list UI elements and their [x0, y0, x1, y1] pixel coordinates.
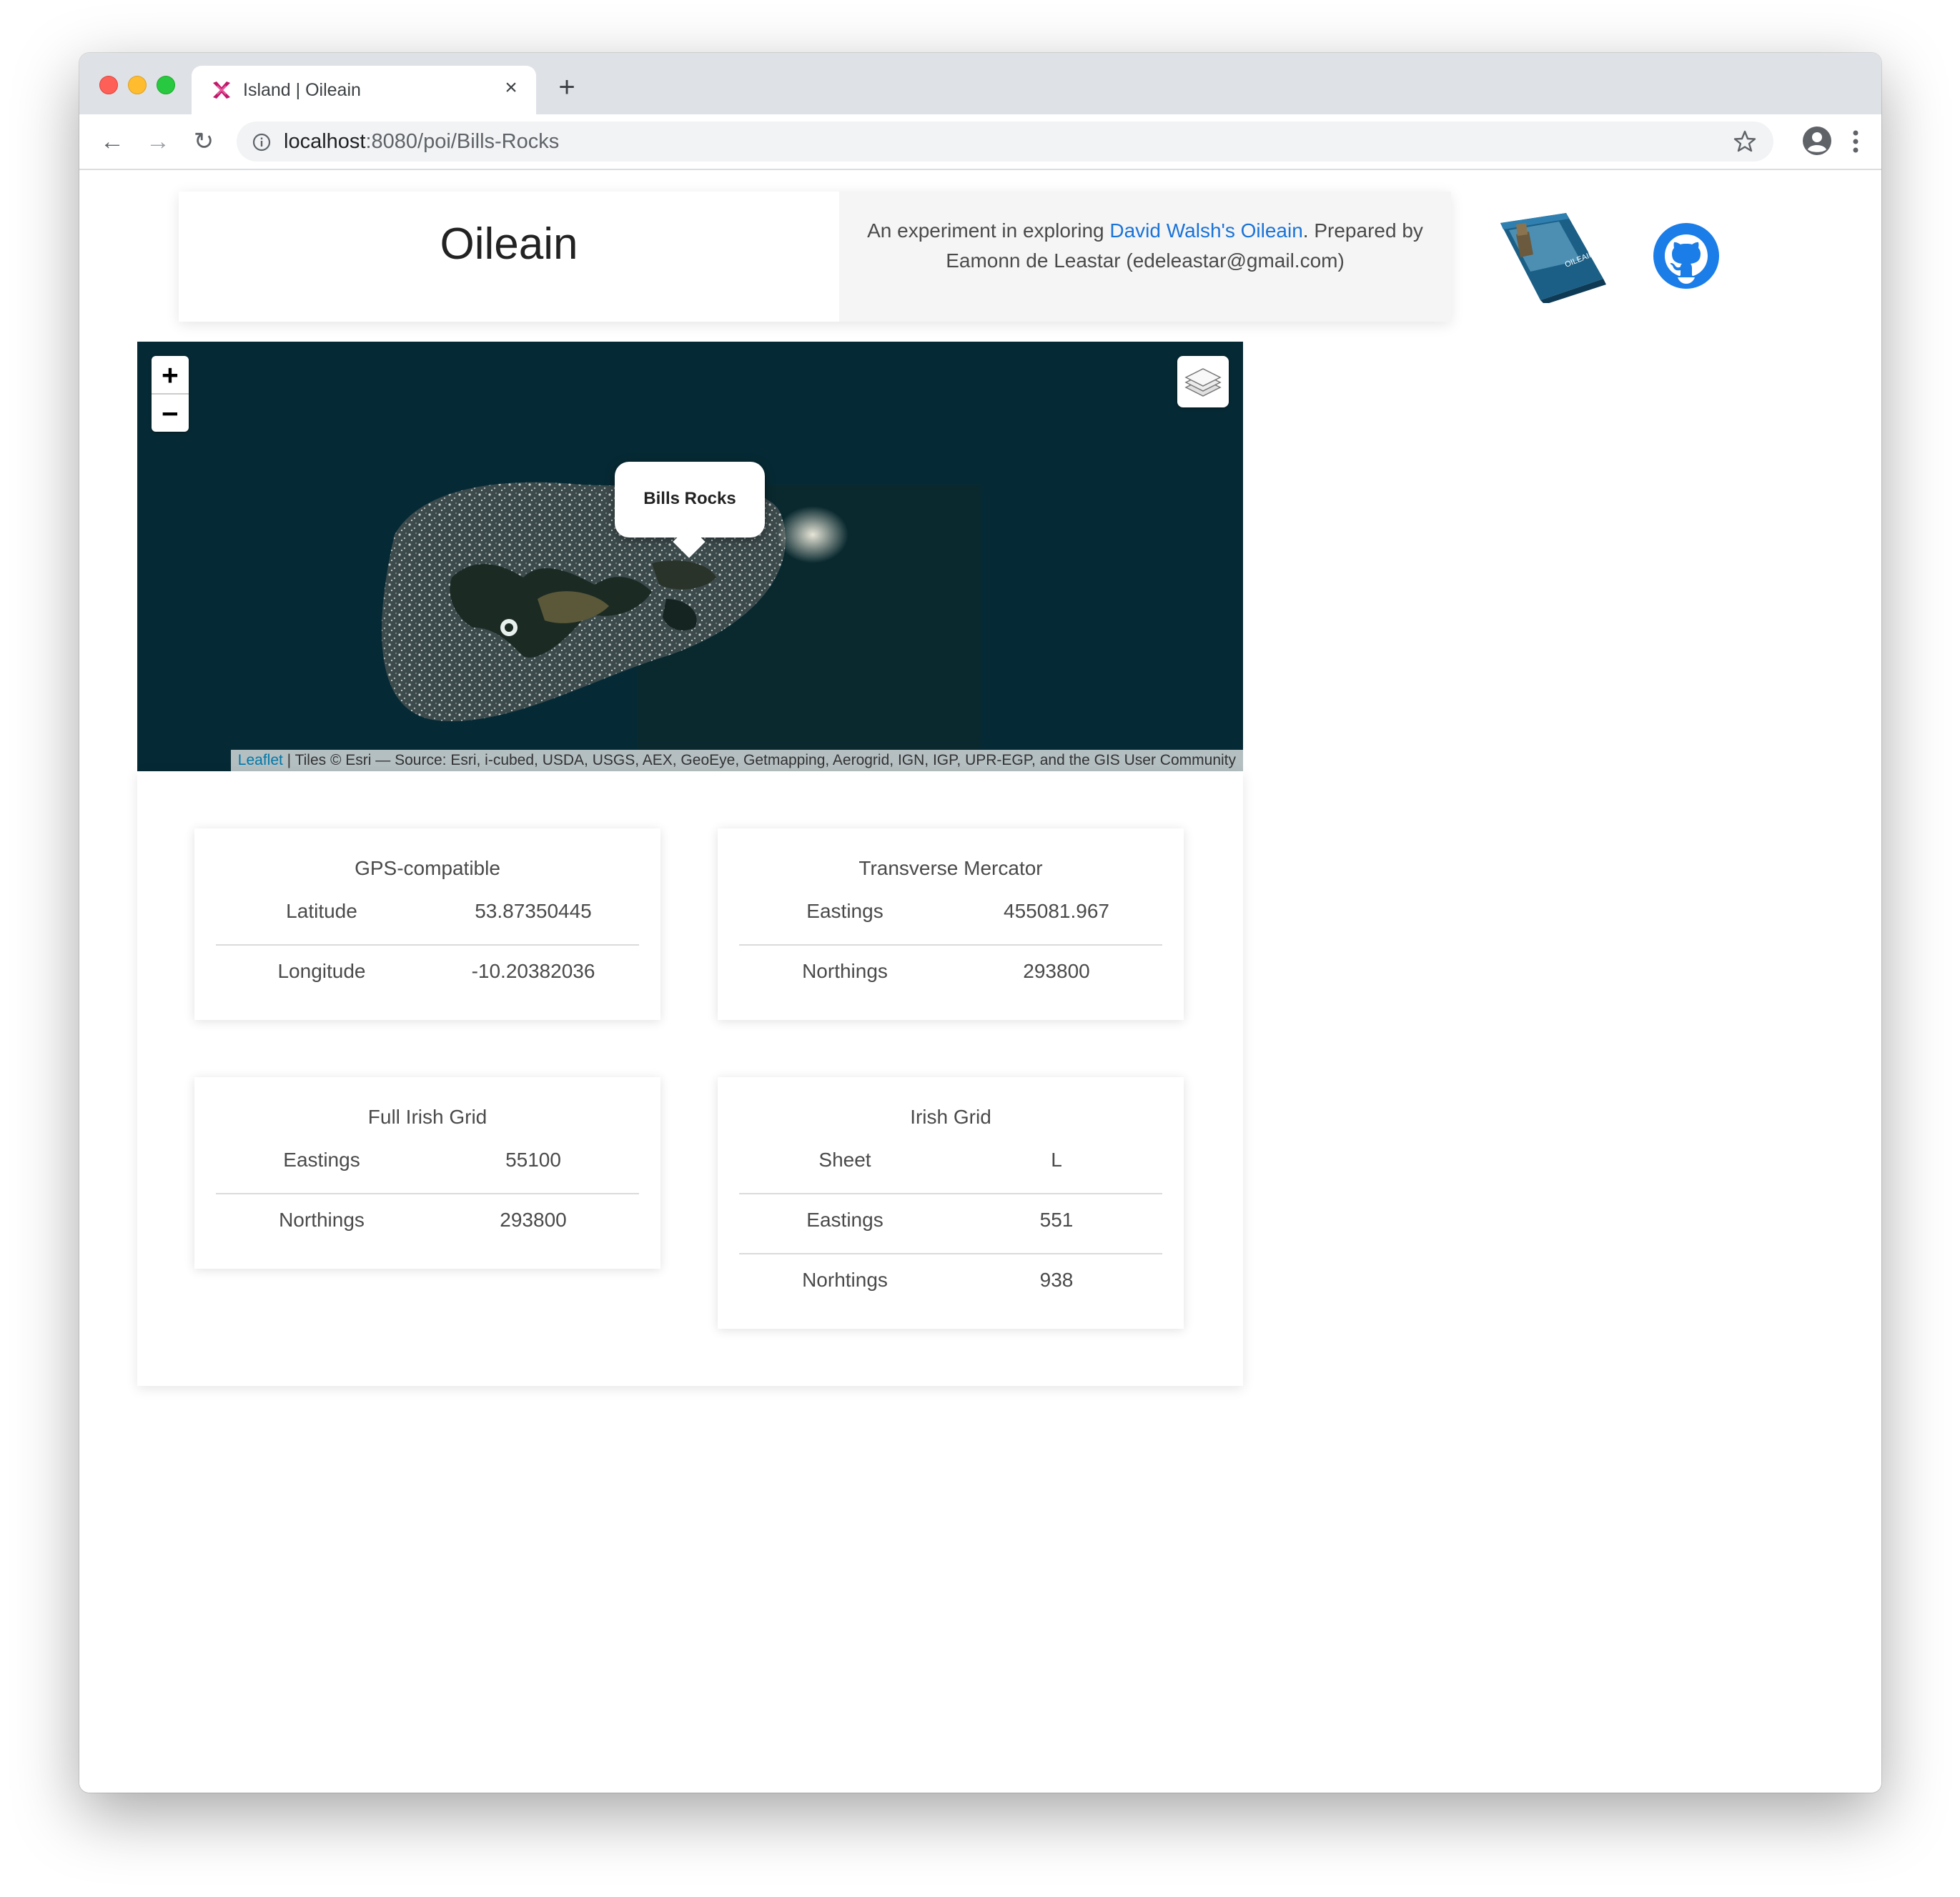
row-value: 455081.967 [1004, 900, 1109, 922]
row-label: Longitude [277, 960, 366, 982]
url-host: localhost [284, 130, 366, 153]
map-attribution: Leaflet | Tiles © Esri — Source: Esri, i… [230, 750, 1243, 771]
full-irish-grid-card: Full Irish Grid Eastings 55100 Northings… [194, 1077, 660, 1269]
row-value: 938 [1039, 1269, 1074, 1291]
irish-grid-card: Irish Grid Sheet L Eastings 551 Norhting… [718, 1077, 1184, 1329]
card-title: Irish Grid [910, 1106, 991, 1128]
header-description: An experiment in exploring David Walsh's… [853, 216, 1437, 276]
forward-arrow-icon[interactable]: → [142, 126, 174, 157]
card-title: GPS-compatible [355, 857, 500, 879]
reload-icon[interactable]: ↻ [188, 126, 219, 157]
table-row: Eastings 55100 [216, 1133, 639, 1194]
bookmark-star-icon[interactable] [1732, 129, 1758, 154]
url-text[interactable]: localhost:8080/poi/Bills-Rocks [284, 130, 559, 154]
site-header: Oileain An experiment in exploring David… [179, 192, 1451, 322]
browser-window: Island | Oileain × + ← → ↻ localhost:808… [79, 53, 1881, 1793]
row-value: 551 [1039, 1209, 1074, 1231]
table-row: Northings 293800 [216, 1193, 639, 1253]
table-row: Longitude -10.20382036 [216, 944, 639, 1004]
row-value: 55100 [505, 1149, 561, 1171]
page-viewport: Oileain An experiment in exploring David… [79, 170, 1881, 1793]
table-row: Norhtings 938 [739, 1253, 1162, 1313]
layers-control-button[interactable] [1177, 356, 1229, 407]
oileain-book-link[interactable]: David Walsh's Oileain [1109, 219, 1302, 242]
row-label: Latitude [286, 900, 357, 922]
back-arrow-icon[interactable]: ← [96, 126, 128, 157]
description-intro: An experiment in exploring [867, 219, 1110, 242]
table-row: Sheet L [739, 1133, 1162, 1194]
mercator-card: Transverse Mercator Eastings 455081.967 … [718, 828, 1184, 1020]
row-label: Eastings [806, 900, 884, 922]
card-title: Transverse Mercator [858, 857, 1043, 879]
tab-bar: Island | Oileain × + [79, 53, 1881, 114]
row-label: Northings [279, 1209, 365, 1231]
minimize-window-button[interactable] [128, 76, 147, 94]
attribution-text: | Tiles © Esri — Source: Esri, i-cubed, … [282, 752, 1236, 768]
info-icon[interactable] [252, 133, 271, 152]
close-window-button[interactable] [99, 76, 118, 94]
row-label: Eastings [283, 1149, 360, 1171]
row-label: Eastings [806, 1209, 884, 1231]
site-favicon-icon [213, 81, 230, 99]
new-tab-button[interactable]: + [551, 73, 583, 104]
zoom-control: + − [152, 356, 189, 432]
coordinates-panel: GPS-compatible Latitude 53.87350445 Long… [137, 771, 1243, 1386]
address-bar[interactable]: localhost:8080/poi/Bills-Rocks [237, 122, 1773, 162]
header-title-panel: Oileain [179, 192, 839, 322]
github-icon[interactable] [1652, 222, 1721, 290]
tab-close-icon[interactable]: × [499, 76, 523, 100]
table-row: Eastings 455081.967 [739, 884, 1162, 946]
leaflet-link[interactable]: Leaflet [238, 752, 283, 768]
zoom-in-button[interactable]: + [152, 356, 189, 395]
table-row: Latitude 53.87350445 [216, 884, 639, 946]
browser-tab[interactable]: Island | Oileain × [192, 66, 536, 114]
map-view[interactable]: + − Bills Rocks Leaflet | Tiles © Esri —… [137, 342, 1243, 771]
row-label: Norhtings [802, 1269, 888, 1291]
maximize-window-button[interactable] [157, 76, 175, 94]
layers-icon [1184, 368, 1222, 397]
kebab-menu-icon[interactable] [1845, 127, 1866, 156]
site-title: Oileain [440, 219, 578, 269]
profile-avatar-icon[interactable] [1802, 126, 1832, 156]
book-cover-image[interactable]: OILEAIN [1495, 210, 1609, 303]
browser-toolbar: ← → ↻ localhost:8080/poi/Bills-Rocks [79, 114, 1881, 170]
row-value: 53.87350445 [475, 900, 592, 922]
card-title: Full Irish Grid [367, 1106, 487, 1128]
tab-title: Island | Oileain [243, 80, 361, 100]
table-row: Eastings 551 [739, 1193, 1162, 1254]
gps-card: GPS-compatible Latitude 53.87350445 Long… [194, 828, 660, 1020]
table-row: Northings 293800 [739, 944, 1162, 1004]
row-value: -10.20382036 [471, 960, 595, 982]
row-value: L [1051, 1149, 1062, 1171]
header-description-panel: An experiment in exploring David Walsh's… [839, 192, 1451, 322]
map-popup[interactable]: Bills Rocks [615, 462, 765, 558]
row-label: Northings [802, 960, 888, 982]
url-path: :8080/poi/Bills-Rocks [365, 130, 560, 153]
row-value: 293800 [500, 1209, 567, 1231]
row-label: Sheet [818, 1149, 871, 1171]
popup-label: Bills Rocks [643, 489, 736, 508]
zoom-out-button[interactable]: − [152, 395, 189, 432]
row-value: 293800 [1023, 960, 1090, 982]
